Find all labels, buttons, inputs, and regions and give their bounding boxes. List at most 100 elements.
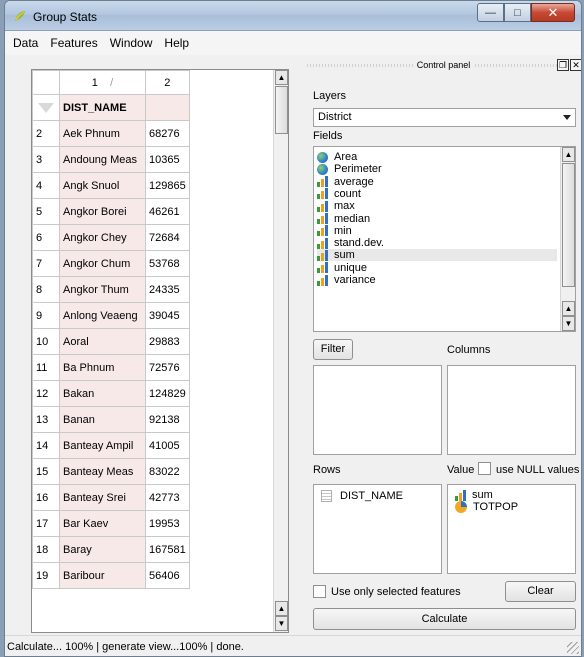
maximize-button[interactable]: □ [504,3,531,22]
row-number[interactable]: 4 [32,172,60,199]
row-number[interactable]: 15 [32,458,60,485]
value-cell[interactable]: 41005 [145,432,190,459]
field-item[interactable]: stand.dev. [317,237,557,249]
fields-scroll-thumb[interactable] [562,163,575,287]
resize-grip-icon[interactable] [567,642,579,654]
table-row[interactable]: 6 Angkor Chey 72684 [32,224,190,251]
table-row[interactable]: 18 Baray 167581 [32,536,190,563]
table-row[interactable]: 3 Andoung Meas 10365 [32,146,190,173]
district-name-cell[interactable]: Angkor Chum [59,250,146,277]
use-null-checkbox[interactable] [478,462,491,475]
district-name-cell[interactable]: Aoral [59,328,146,355]
scroll-down-arrow-icon[interactable]: ▼ [562,316,575,331]
row-number[interactable]: 6 [32,224,60,251]
filter-button[interactable]: Filter [313,339,353,360]
corner-cell[interactable] [32,70,60,95]
table-row[interactable]: 5 Angkor Borei 46261 [32,198,190,225]
table-scrollbar[interactable]: ▲ ▲ ▼ [273,70,288,632]
row-number[interactable]: 5 [32,198,60,225]
clear-button[interactable]: Clear [505,581,576,602]
district-name-cell[interactable]: Banteay Ampil [59,432,146,459]
table-row[interactable]: 16 Banteay Srei 42773 [32,484,190,511]
layers-select[interactable]: District [313,108,576,127]
value-cell[interactable]: 46261 [145,198,190,225]
filter-box[interactable] [313,365,442,455]
row-number[interactable]: 2 [32,120,60,147]
district-name-cell[interactable]: Angkor Borei [59,198,146,225]
field-item[interactable]: unique [317,262,557,274]
table-row[interactable]: 19 Baribour 56406 [32,562,190,589]
district-name-cell[interactable]: Anlong Veaeng [59,302,146,329]
table-row[interactable]: 4 Angk Snuol 129865 [32,172,190,199]
scroll-up-arrow-icon[interactable]: ▲ [275,601,288,616]
field-item[interactable]: variance [317,274,557,286]
scroll-up-arrow-icon[interactable]: ▲ [562,301,575,316]
district-name-cell[interactable]: Banan [59,406,146,433]
field-item[interactable]: median [317,213,557,225]
close-button[interactable]: ✕ [531,3,575,22]
row-number[interactable]: 13 [32,406,60,433]
district-name-cell[interactable]: Aek Phnum [59,120,146,147]
float-panel-icon[interactable]: ❐ [557,59,569,71]
value-cell[interactable]: 24335 [145,276,190,303]
district-name-cell[interactable]: Ba Phnum [59,354,146,381]
row-number[interactable]: 12 [32,380,60,407]
scroll-up-arrow-icon[interactable]: ▲ [275,70,288,85]
value-item-sum[interactable]: sum [455,489,493,501]
scroll-up-arrow-icon[interactable]: ▲ [562,147,575,162]
row-number[interactable]: 18 [32,536,60,563]
value-cell[interactable]: 68276 [145,120,190,147]
district-name-cell[interactable]: Banteay Srei [59,484,146,511]
table-row[interactable]: 14 Banteay Ampil 41005 [32,432,190,459]
menu-features[interactable]: Features [44,36,103,50]
district-name-cell[interactable]: Bar Kaev [59,510,146,537]
row-number[interactable]: 3 [32,146,60,173]
district-name-cell[interactable]: Andoung Meas [59,146,146,173]
table-row[interactable]: 12 Bakan 124829 [32,380,190,407]
district-name-cell[interactable]: Baray [59,536,146,563]
value-box[interactable]: sum TOTPOP [447,484,576,574]
calculate-button[interactable]: Calculate [313,608,576,630]
table-row[interactable]: 11 Ba Phnum 72576 [32,354,190,381]
value-cell[interactable]: 72576 [145,354,190,381]
table-row[interactable]: 17 Bar Kaev 19953 [32,510,190,537]
row-number[interactable]: 7 [32,250,60,277]
value-cell[interactable]: 56406 [145,562,190,589]
results-table[interactable]: 1 / 2 DIST_NAME 2 Aek Phnum 68276 3 Andoung … [31,69,289,633]
district-name-cell[interactable]: Angk Snuol [59,172,146,199]
value-cell[interactable]: 124829 [145,380,190,407]
table-row[interactable]: 13 Banan 92138 [32,406,190,433]
column-header-1[interactable]: 1 / [59,70,146,95]
value-cell[interactable]: 92138 [145,406,190,433]
table-row[interactable]: 9 Anlong Veaeng 39045 [32,302,190,329]
column-header-2[interactable]: 2 [145,70,190,95]
value-cell[interactable]: 83022 [145,458,190,485]
table-row[interactable]: 7 Angkor Chum 53768 [32,250,190,277]
value-item-totpop[interactable]: TOTPOP [455,501,518,513]
table-row[interactable]: 10 Aoral 29883 [32,328,190,355]
minimize-button[interactable]: — [477,3,504,22]
fields-list[interactable]: variance unique sum stand.dev. min median max c… [313,146,576,332]
menu-help[interactable]: Help [158,36,195,50]
district-name-cell[interactable]: Banteay Meas [59,458,146,485]
row-number[interactable]: 14 [32,432,60,459]
value-cell[interactable]: 129865 [145,172,190,199]
row-number[interactable]: 17 [32,510,60,537]
selected-only-checkbox[interactable] [313,585,326,598]
field-item[interactable]: Perimeter [317,163,557,175]
value-cell[interactable]: 42773 [145,484,190,511]
rows-box[interactable]: DIST_NAME [313,484,442,574]
row-number[interactable]: 8 [32,276,60,303]
value-cell[interactable]: 39045 [145,302,190,329]
value-cell[interactable]: 72684 [145,224,190,251]
scroll-thumb[interactable] [275,86,288,134]
table-row[interactable]: 2 Aek Phnum 68276 [32,120,190,147]
field-item[interactable]: average [317,176,557,188]
value-cell[interactable]: 29883 [145,328,190,355]
field-item[interactable]: max [317,200,557,212]
district-name-cell[interactable]: Bakan [59,380,146,407]
district-name-cell[interactable]: Baribour [59,562,146,589]
close-panel-icon[interactable]: ✕ [570,59,581,71]
rows-item[interactable]: DIST_NAME [321,490,403,502]
value-cell[interactable]: 167581 [145,536,190,563]
